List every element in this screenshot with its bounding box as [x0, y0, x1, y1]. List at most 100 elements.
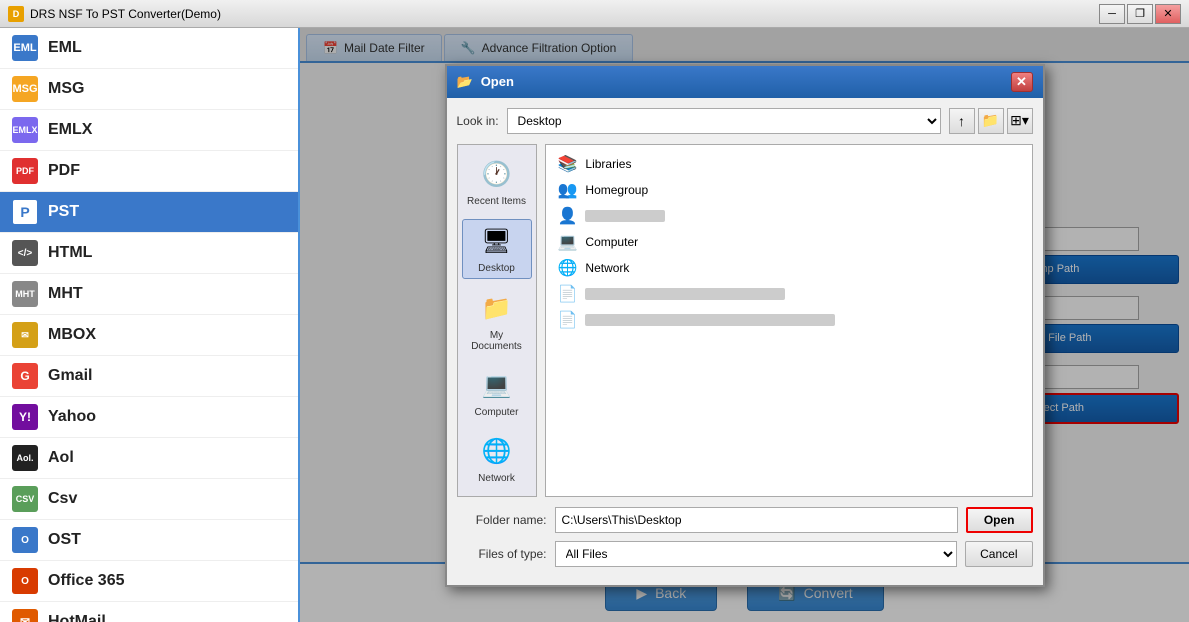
- dialog-close-button[interactable]: ✕: [1011, 72, 1033, 92]
- file-item-blurred3[interactable]: 📄: [552, 307, 1026, 333]
- app-icon: D: [8, 6, 24, 22]
- file-item-libraries[interactable]: 📚 Libraries: [552, 151, 1026, 177]
- nav-item-desktop-label: Desktop: [478, 263, 515, 274]
- msg-icon: MSG: [12, 76, 38, 102]
- html-icon: </>: [12, 240, 38, 266]
- sidebar-item-yahoo[interactable]: Y! Yahoo: [0, 397, 298, 438]
- emlx-icon: EMLX: [12, 117, 38, 143]
- sidebar-item-pst[interactable]: P PST: [0, 192, 298, 233]
- cancel-button[interactable]: Cancel: [965, 541, 1032, 567]
- homegroup-icon: 👥: [558, 180, 578, 200]
- sidebar-item-html[interactable]: </> HTML: [0, 233, 298, 274]
- nav-item-recent-items[interactable]: 🕐 Recent Items: [462, 153, 532, 211]
- file-list: 📚 Libraries 👥 Homegroup 👤: [545, 144, 1033, 497]
- sidebar-item-eml[interactable]: EML EML: [0, 28, 298, 69]
- yahoo-icon: Y!: [12, 404, 38, 430]
- file-item-blurred2[interactable]: 📄: [552, 281, 1026, 307]
- file-item-libraries-label: Libraries: [585, 157, 631, 171]
- sidebar-item-ost[interactable]: O OST: [0, 520, 298, 561]
- sidebar-item-hotmail[interactable]: ✉ HotMail: [0, 602, 298, 622]
- desktop-icon: 🖥: [479, 224, 515, 260]
- sidebar-item-office365[interactable]: O Office 365: [0, 561, 298, 602]
- sidebar-label-gmail: Gmail: [48, 367, 92, 385]
- folder-name-input[interactable]: [555, 507, 958, 533]
- nav-item-my-documents[interactable]: 📁 My Documents: [462, 287, 532, 356]
- sidebar-label-pdf: PDF: [48, 162, 80, 180]
- nav-up-button[interactable]: ↑: [949, 108, 975, 134]
- main-container: EML EML MSG MSG EMLX EMLX PDF PDF P PST …: [0, 28, 1189, 622]
- file-item-network-label: Network: [585, 261, 629, 275]
- look-in-label: Look in:: [457, 114, 499, 128]
- sidebar-item-gmail[interactable]: G Gmail: [0, 356, 298, 397]
- computer-icon: 💻: [479, 368, 515, 404]
- sidebar-item-mbox[interactable]: ✉ MBOX: [0, 315, 298, 356]
- sidebar-item-pdf[interactable]: PDF PDF: [0, 151, 298, 192]
- open-button[interactable]: Open: [966, 507, 1033, 533]
- content-area: 📅 Mail Date Filter 🔧 Advance Filtration …: [300, 28, 1189, 622]
- minimize-button[interactable]: ─: [1099, 4, 1125, 24]
- dialog-title-icon: 📂: [457, 74, 473, 90]
- look-in-row: Look in: Desktop ↑ 📁 ⊞▾: [457, 108, 1033, 134]
- blurred1-icon: 👤: [558, 206, 578, 226]
- open-label: Open: [984, 513, 1015, 527]
- sidebar-label-aol: Aol: [48, 449, 74, 467]
- computer-file-icon: 💻: [558, 232, 578, 252]
- dialog-body: Look in: Desktop ↑ 📁 ⊞▾: [447, 98, 1043, 585]
- dialog-title-bar: 📂 Open ✕: [447, 66, 1043, 98]
- dialog-footer: Folder name: Open Files of type: All Fil…: [457, 507, 1033, 567]
- file-item-homegroup-label: Homegroup: [585, 183, 648, 197]
- file-item-computer[interactable]: 💻 Computer: [552, 229, 1026, 255]
- libraries-icon: 📚: [558, 154, 578, 174]
- folder-name-row: Folder name: Open: [457, 507, 1033, 533]
- look-in-select[interactable]: Desktop: [507, 108, 941, 134]
- sidebar-item-mht[interactable]: MHT MHT: [0, 274, 298, 315]
- file-item-blurred1[interactable]: 👤: [552, 203, 1026, 229]
- sidebar-item-msg[interactable]: MSG MSG: [0, 69, 298, 110]
- blurred1-name: [585, 210, 665, 222]
- sidebar-label-html: HTML: [48, 244, 92, 262]
- restore-button[interactable]: ❐: [1127, 4, 1153, 24]
- dialog-title-label: Open: [481, 74, 514, 89]
- window-controls: ─ ❐ ✕: [1099, 4, 1181, 24]
- gmail-icon: G: [12, 363, 38, 389]
- dialog-content-area: 🕐 Recent Items 🖥 Desktop 📁 My Documents: [457, 144, 1033, 497]
- look-in-buttons: ↑ 📁 ⊞▾: [949, 108, 1033, 134]
- sidebar-label-ost: OST: [48, 531, 81, 549]
- sidebar-label-yahoo: Yahoo: [48, 408, 96, 426]
- file-item-computer-label: Computer: [585, 235, 638, 249]
- cancel-label: Cancel: [980, 547, 1017, 561]
- network-icon: 🌐: [479, 434, 515, 470]
- sidebar-label-pst: PST: [48, 203, 79, 221]
- sidebar-item-aol[interactable]: Aol. Aol: [0, 438, 298, 479]
- files-of-type-select[interactable]: All Files: [555, 541, 958, 567]
- view-toggle-button[interactable]: ⊞▾: [1007, 108, 1033, 134]
- nav-item-recent-items-label: Recent Items: [467, 196, 526, 207]
- sidebar-item-emlx[interactable]: EMLX EMLX: [0, 110, 298, 151]
- nav-item-network-label: Network: [478, 473, 515, 484]
- file-item-homegroup[interactable]: 👥 Homegroup: [552, 177, 1026, 203]
- mht-icon: MHT: [12, 281, 38, 307]
- file-item-network[interactable]: 🌐 Network: [552, 255, 1026, 281]
- new-folder-button[interactable]: 📁: [978, 108, 1004, 134]
- csv-icon: CSV: [12, 486, 38, 512]
- blurred3-name: [585, 314, 835, 326]
- nav-item-computer-label: Computer: [475, 407, 519, 418]
- network-file-icon: 🌐: [558, 258, 578, 278]
- ost-icon: O: [12, 527, 38, 553]
- nav-item-desktop[interactable]: 🖥 Desktop: [462, 219, 532, 279]
- sidebar: EML EML MSG MSG EMLX EMLX PDF PDF P PST …: [0, 28, 300, 622]
- pst-icon: P: [12, 199, 38, 225]
- pdf-icon: PDF: [12, 158, 38, 184]
- sidebar-label-hotmail: HotMail: [48, 613, 106, 622]
- sidebar-item-csv[interactable]: CSV Csv: [0, 479, 298, 520]
- blurred2-icon: 📄: [558, 284, 578, 304]
- title-bar-title: DRS NSF To PST Converter(Demo): [30, 7, 221, 21]
- sidebar-label-eml: EML: [48, 39, 82, 57]
- aol-icon: Aol.: [12, 445, 38, 471]
- close-button[interactable]: ✕: [1155, 4, 1181, 24]
- nav-item-network[interactable]: 🌐 Network: [462, 430, 532, 488]
- sidebar-label-csv: Csv: [48, 490, 77, 508]
- files-of-type-label: Files of type:: [457, 547, 547, 561]
- dialog-nav: 🕐 Recent Items 🖥 Desktop 📁 My Documents: [457, 144, 537, 497]
- nav-item-computer[interactable]: 💻 Computer: [462, 364, 532, 422]
